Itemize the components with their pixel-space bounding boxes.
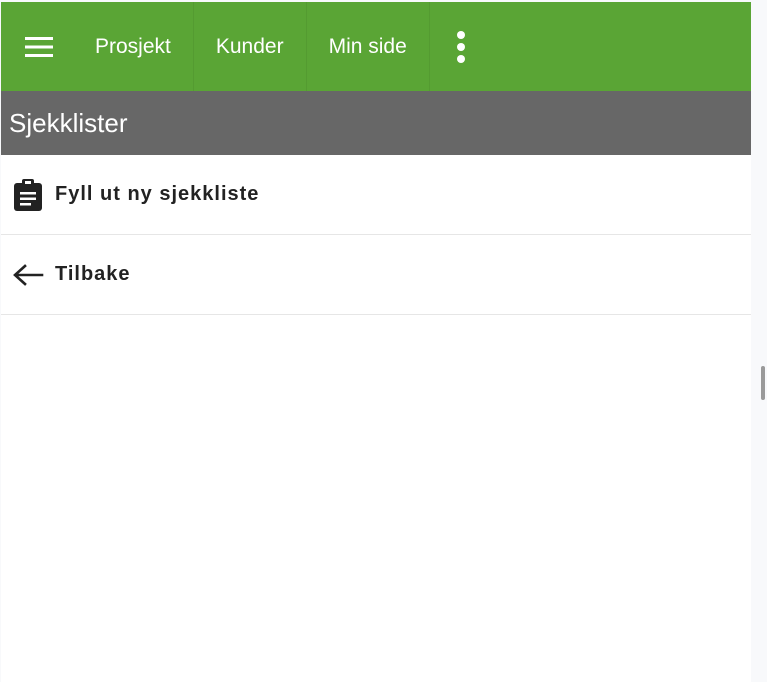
back-button[interactable]: Tilbake bbox=[1, 235, 751, 315]
arrow-left-icon bbox=[13, 263, 44, 286]
nav-item-min-side[interactable]: Min side bbox=[307, 2, 430, 91]
fill-new-checklist-button[interactable]: Fyll ut ny sjekkliste bbox=[1, 155, 751, 235]
top-navigation-bar: Prosjekt Kunder Min side bbox=[1, 2, 751, 91]
more-options-button[interactable] bbox=[430, 2, 492, 91]
more-vertical-icon bbox=[456, 30, 465, 63]
nav-item-prosjekt[interactable]: Prosjekt bbox=[76, 2, 194, 91]
app-window: Prosjekt Kunder Min side Sjekklister Fyl… bbox=[1, 2, 751, 682]
back-label: Tilbake bbox=[55, 263, 131, 285]
clipboard-icon-wrap bbox=[1, 178, 55, 212]
page-title: Sjekklister bbox=[9, 107, 128, 138]
nav-item-kunder[interactable]: Kunder bbox=[194, 2, 307, 91]
arrow-left-icon-wrap bbox=[1, 263, 55, 286]
page-header: Sjekklister bbox=[1, 91, 751, 155]
hamburger-menu-icon bbox=[24, 36, 53, 57]
scrollbar-thumb[interactable] bbox=[761, 366, 765, 400]
fill-new-checklist-label: Fyll ut ny sjekkliste bbox=[55, 183, 260, 205]
clipboard-icon bbox=[14, 178, 42, 211]
menu-button[interactable] bbox=[1, 2, 76, 91]
